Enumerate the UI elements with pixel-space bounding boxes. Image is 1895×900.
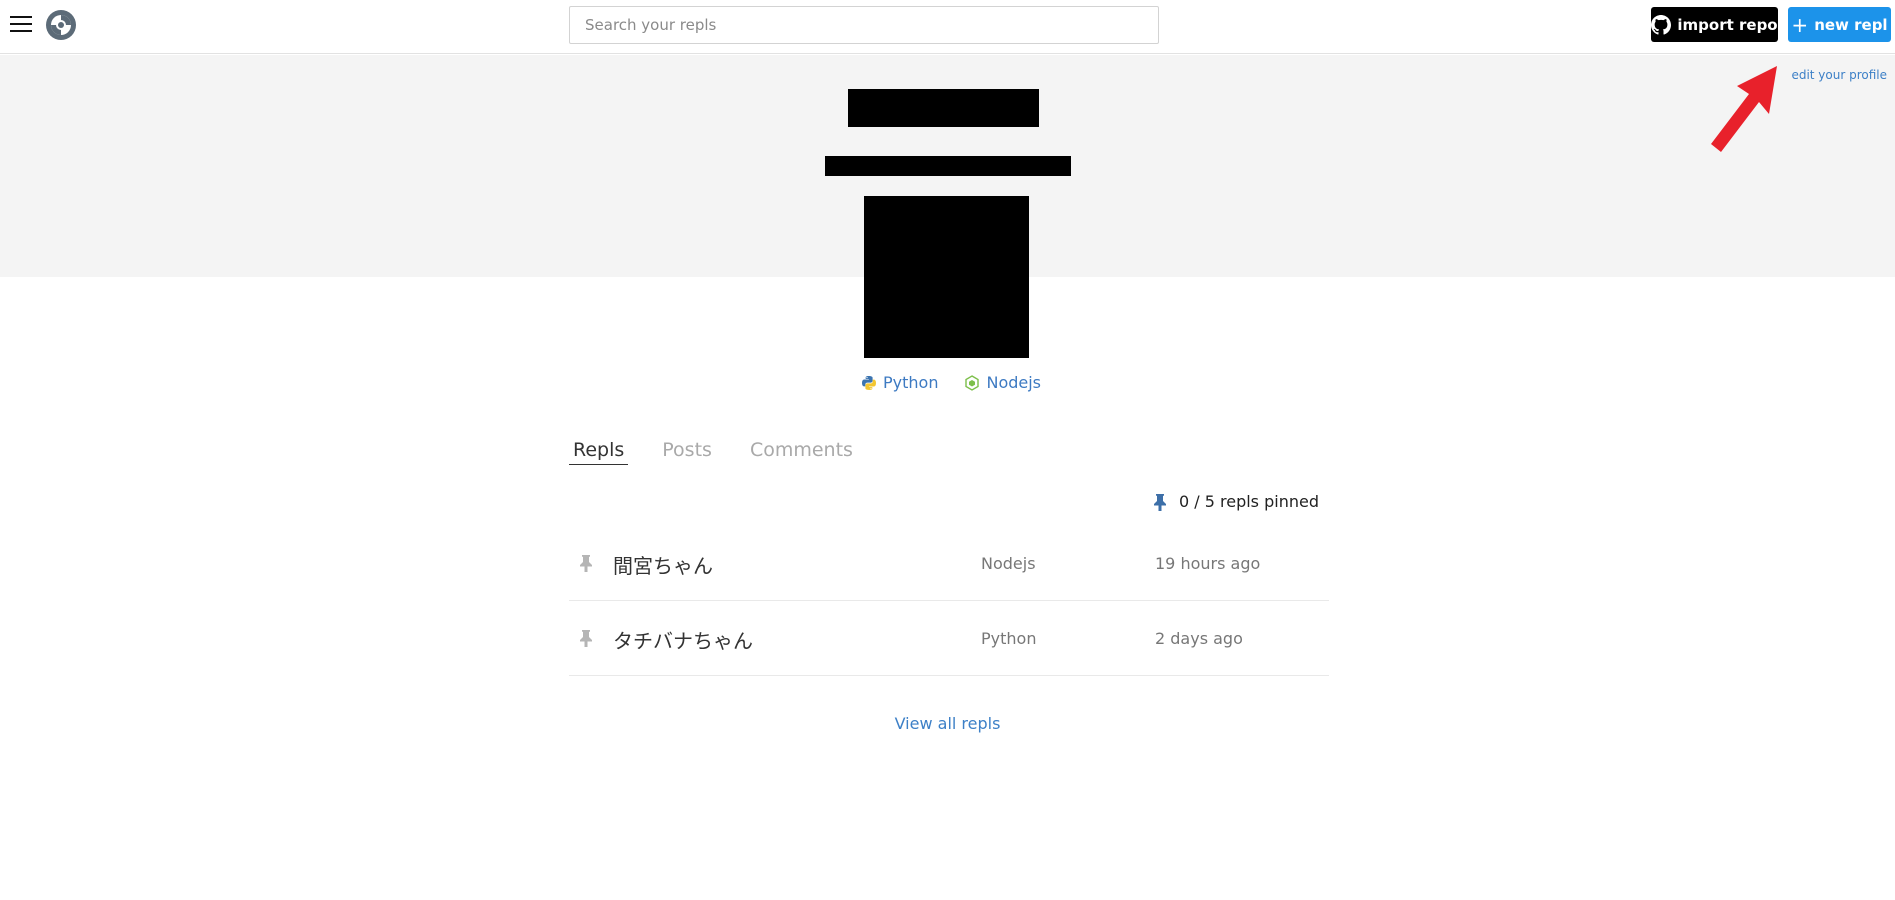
nodejs-icon bbox=[965, 374, 980, 391]
repl-language: Nodejs bbox=[981, 554, 1036, 573]
new-repl-button[interactable]: + new repl bbox=[1788, 7, 1891, 42]
import-repo-label: import repo bbox=[1677, 15, 1778, 34]
top-bar: import repo + new repl bbox=[0, 0, 1895, 54]
tab-repls[interactable]: Repls bbox=[569, 436, 629, 465]
list-item[interactable]: 間宮ちゃん Nodejs 19 hours ago bbox=[569, 526, 1329, 601]
list-item[interactable]: タチバナちゃん Python 2 days ago bbox=[569, 601, 1329, 676]
pin-repl-icon[interactable] bbox=[579, 554, 593, 572]
menu-icon[interactable] bbox=[10, 16, 32, 34]
github-icon bbox=[1651, 14, 1672, 35]
repl-updated: 2 days ago bbox=[1155, 629, 1243, 648]
tab-posts[interactable]: Posts bbox=[658, 436, 716, 465]
repl-updated: 19 hours ago bbox=[1155, 554, 1261, 573]
redacted-bio bbox=[825, 156, 1071, 176]
pin-icon bbox=[1154, 493, 1166, 511]
profile-tabs: Repls Posts Comments bbox=[569, 436, 857, 465]
view-all-container: View all repls bbox=[0, 714, 1895, 733]
tab-comments[interactable]: Comments bbox=[746, 436, 857, 465]
language-python[interactable]: Python bbox=[861, 373, 938, 392]
pinned-count-label: 0 / 5 repls pinned bbox=[1179, 492, 1319, 511]
edit-profile-link[interactable]: edit your profile bbox=[1791, 68, 1887, 82]
redacted-username bbox=[848, 89, 1039, 127]
pinned-count: 0 / 5 repls pinned bbox=[1153, 492, 1319, 511]
language-list: Python Nodejs bbox=[861, 373, 1041, 392]
language-nodejs[interactable]: Nodejs bbox=[964, 373, 1041, 392]
pin-repl-icon[interactable] bbox=[579, 629, 593, 647]
plus-icon: + bbox=[1791, 12, 1809, 37]
language-nodejs-label: Nodejs bbox=[986, 373, 1042, 392]
repl-language: Python bbox=[981, 629, 1037, 648]
view-all-repls-link[interactable]: View all repls bbox=[895, 714, 1001, 733]
repl-list: 間宮ちゃん Nodejs 19 hours ago タチバナちゃん Python… bbox=[569, 526, 1329, 676]
python-icon bbox=[862, 375, 876, 390]
repl-title[interactable]: タチバナちゃん bbox=[613, 625, 753, 654]
replit-logo-icon[interactable] bbox=[44, 8, 78, 42]
avatar bbox=[864, 196, 1029, 358]
language-python-label: Python bbox=[883, 373, 939, 392]
import-repo-button[interactable]: import repo bbox=[1651, 7, 1778, 42]
search-input[interactable] bbox=[569, 6, 1159, 44]
red-arrow-annotation-icon bbox=[1711, 66, 1777, 152]
new-repl-label: new repl bbox=[1814, 15, 1888, 34]
repl-title[interactable]: 間宮ちゃん bbox=[613, 550, 713, 579]
